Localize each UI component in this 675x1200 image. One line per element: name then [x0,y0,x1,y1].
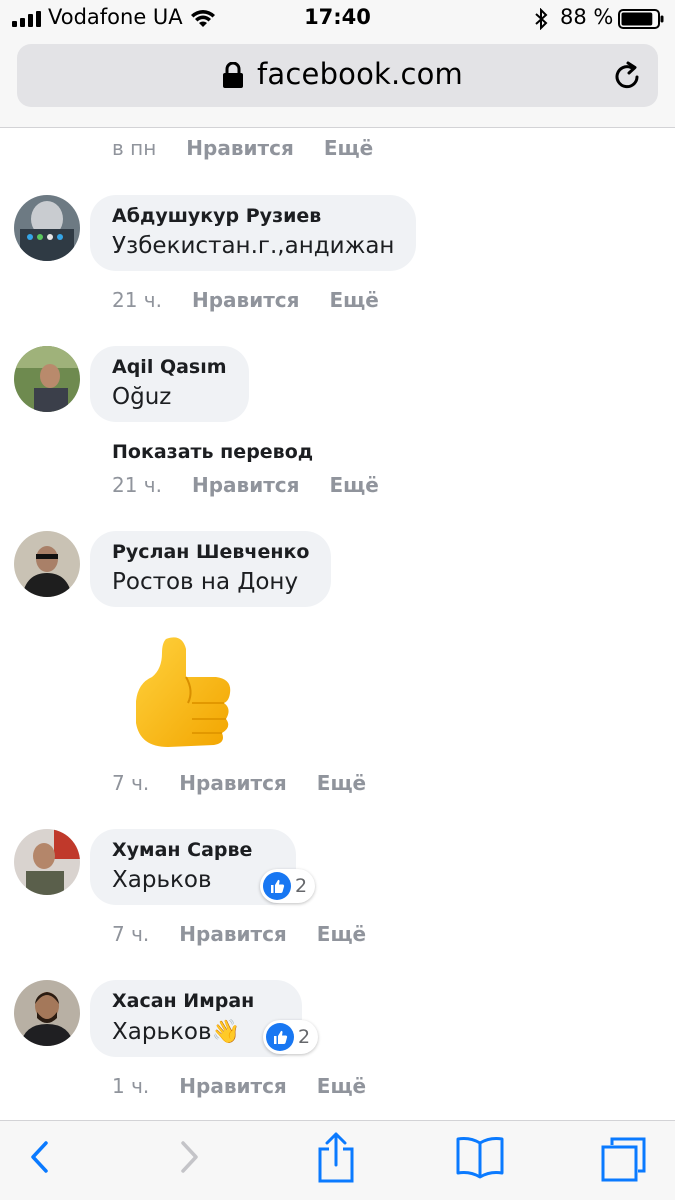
comment-actions: 7 ч. Нравится Ещё [112,771,396,795]
like-reaction-icon [263,872,291,900]
comment-actions: в пн Нравится Ещё [112,136,403,160]
comment-author[interactable]: Абдушукур Рузиев [112,205,394,227]
address-bar[interactable]: facebook.com [17,44,658,107]
more-link[interactable]: Ещё [324,136,373,160]
comment-time: 7 ч. [112,922,150,946]
like-link[interactable]: Нравится [192,288,300,312]
comment-text: Ростов на Дону [112,569,299,595]
forward-icon[interactable] [177,1135,203,1179]
comment-text: Oğuz [112,384,172,410]
like-link[interactable]: Нравится [179,1074,287,1098]
comment-actions: 1 ч. Нравится Ещё [112,1074,396,1098]
browser-address-area: facebook.com [0,38,675,128]
reaction-badge[interactable]: 2 [260,869,316,903]
more-link[interactable]: Ещё [317,771,366,795]
comment-time: в пн [112,136,157,160]
comment-bubble[interactable]: Руслан Шевченко Ростов на Дону [90,531,332,607]
like-link[interactable]: Нравится [192,473,300,497]
share-icon[interactable] [316,1131,356,1185]
comment-time: 7 ч. [112,771,150,795]
comment-author[interactable]: Хуман Сарве [112,839,252,861]
reaction-count: 2 [295,875,308,897]
like-reaction-icon [266,1023,294,1051]
show-translation-link[interactable]: Показать перевод [112,441,313,463]
comment-text: Харьков [112,867,212,893]
comment-author[interactable]: Aqil Qasım [112,356,227,378]
comment-bubble[interactable]: Aqil Qasım Oğuz [90,346,249,422]
comment-actions: 7 ч. Нравится Ещё [112,922,396,946]
bluetooth-icon [535,8,548,30]
more-link[interactable]: Ещё [317,1074,366,1098]
back-icon[interactable] [26,1135,52,1179]
more-link[interactable]: Ещё [317,922,366,946]
more-link[interactable]: Ещё [330,288,379,312]
like-link[interactable]: Нравится [186,136,294,160]
tabs-icon[interactable] [600,1135,648,1183]
avatar[interactable] [14,531,80,597]
comment-author[interactable]: Руслан Шевченко [112,541,309,563]
reaction-badge[interactable]: 2 [263,1020,319,1054]
comment-bubble[interactable]: Абдушукур Рузиев Узбекистан.г.,андижан [90,195,417,271]
avatar[interactable] [14,980,80,1046]
battery-icon [618,9,664,29]
comment-text: Харьков👋 [112,1019,241,1045]
status-bar: Vodafone UA 17:40 88 % [0,0,675,38]
comment-actions: 21 ч. Нравится Ещё [112,473,409,497]
comments-list: в пн Нравится Ещё Абдушукур Рузиев Узбекис… [0,128,675,1120]
comment-text: Узбекистан.г.,андижан [112,233,395,259]
comment-time: 21 ч. [112,473,162,497]
avatar[interactable] [14,346,80,412]
battery-percent: 88 % [560,5,614,29]
lock-icon [223,62,243,88]
comment-author[interactable]: Хасан Имран [112,990,254,1012]
like-link[interactable]: Нравится [179,922,287,946]
comment-time: 21 ч. [112,288,162,312]
avatar[interactable] [14,195,80,261]
bookmarks-icon[interactable] [455,1135,505,1179]
comment-time: 1 ч. [112,1074,150,1098]
thumbs-up-sticker-icon [136,637,231,747]
reload-icon[interactable] [611,60,643,92]
comment-actions: 21 ч. Нравится Ещё [112,288,409,312]
url-text: facebook.com [257,57,464,91]
more-link[interactable]: Ещё [330,473,379,497]
like-link[interactable]: Нравится [179,771,287,795]
reaction-count: 2 [298,1026,311,1048]
browser-toolbar [0,1120,675,1200]
avatar[interactable] [14,829,80,895]
